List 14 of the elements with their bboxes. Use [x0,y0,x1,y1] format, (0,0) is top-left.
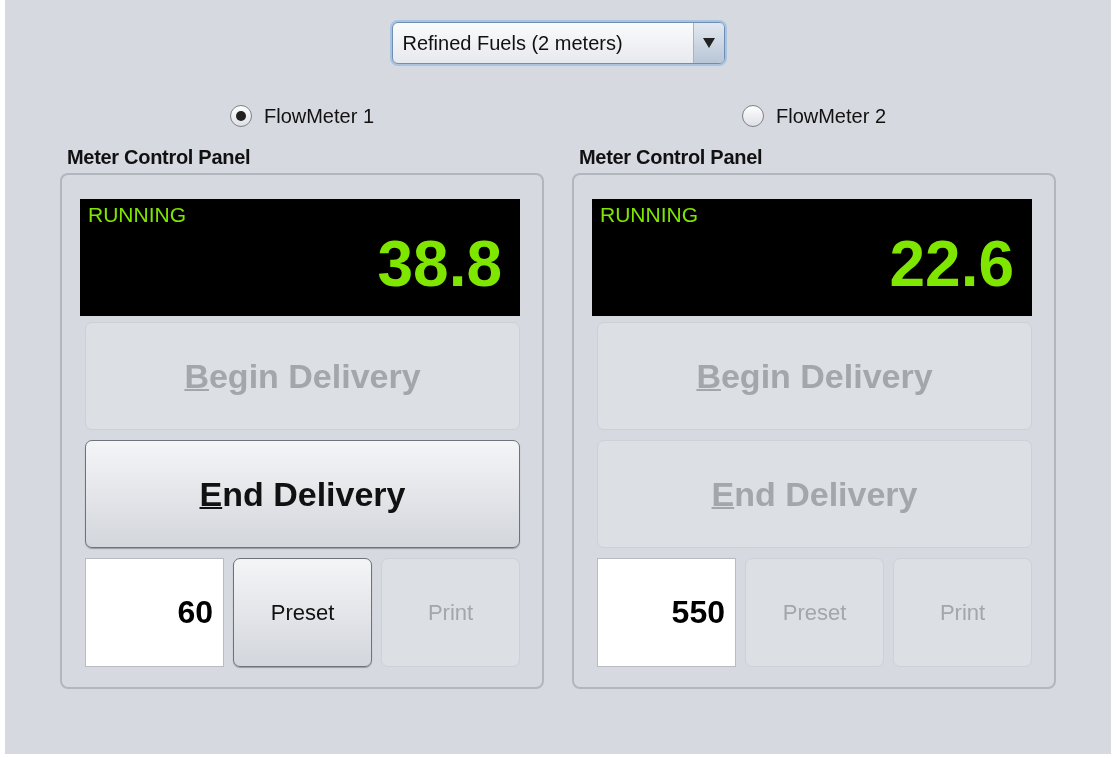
meter-status: RUNNING [88,203,186,227]
meter-radio[interactable]: FlowMeter 1 [230,102,374,130]
preset-field[interactable]: 60 [85,558,224,667]
dropdown-arrow-icon [702,38,715,48]
meter-reading: 38.8 [377,229,502,300]
preset-button[interactable]: Preset [233,558,372,667]
end-delivery-button[interactable]: End Delivery [85,440,520,548]
preset-field[interactable]: 550 [597,558,736,667]
panel-title: Meter Control Panel [67,146,252,169]
meter-radio[interactable]: FlowMeter 2 [742,102,886,130]
meter-group-dropdown[interactable]: Refined Fuels (2 meters) [391,22,725,64]
panel-title: Meter Control Panel [579,146,764,169]
meter-status: RUNNING [600,203,698,227]
meter-reading: 22.6 [889,229,1014,300]
